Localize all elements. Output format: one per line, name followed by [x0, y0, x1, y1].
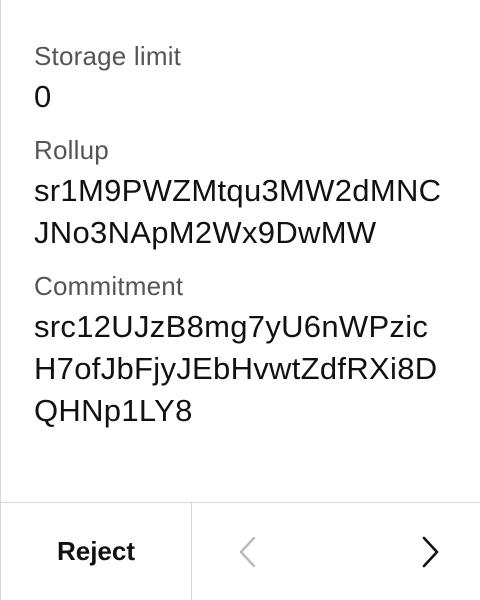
action-footer: Reject: [1, 502, 480, 600]
storage-limit-field: Storage limit 0: [34, 40, 446, 118]
chevron-right-icon: [422, 536, 439, 567]
rollup-label: Rollup: [34, 135, 109, 165]
page-navigation: [192, 503, 480, 600]
rollup-value: sr1M9PWZMtqu3MW2dMNCJNo3NApM2Wx9DwMW: [34, 173, 442, 250]
reject-button[interactable]: Reject: [1, 503, 192, 600]
commitment-value: src12UJzB8mg7yU6nWPzicH7ofJbFjyJEbHvwtZd…: [34, 309, 438, 428]
storage-limit-value: 0: [34, 79, 52, 114]
fields-panel: Storage limit 0 Rollup sr1M9PWZMtqu3MW2d…: [1, 0, 480, 503]
commitment-label: Commitment: [34, 271, 184, 301]
transaction-review-screen: Storage limit 0 Rollup sr1M9PWZMtqu3MW2d…: [0, 0, 480, 600]
chevron-left-icon: [239, 536, 256, 567]
previous-page-button[interactable]: [232, 530, 262, 574]
commitment-field: Commitment src12UJzB8mg7yU6nWPzicH7ofJbF…: [34, 270, 446, 432]
storage-limit-label: Storage limit: [34, 41, 182, 71]
rollup-field: Rollup sr1M9PWZMtqu3MW2dMNCJNo3NApM2Wx9D…: [34, 134, 446, 254]
next-page-button[interactable]: [416, 530, 446, 574]
